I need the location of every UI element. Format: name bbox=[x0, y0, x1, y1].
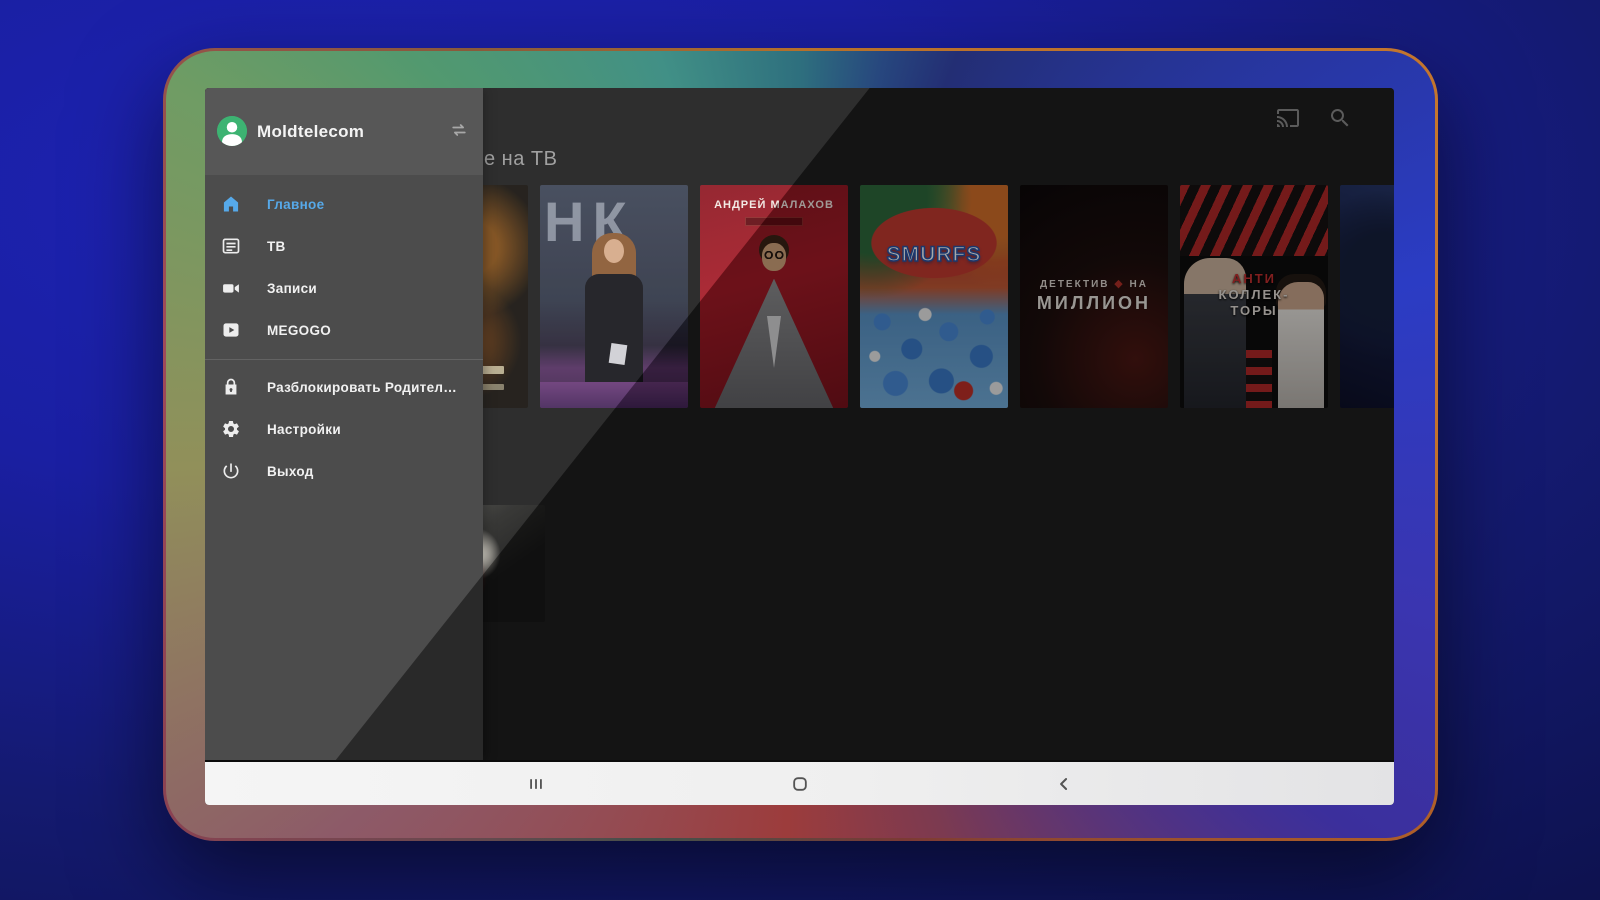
sidebar-item-tv[interactable]: ТВ bbox=[205, 225, 483, 267]
drawer-header: Moldtelecom bbox=[205, 88, 483, 175]
chevron-stripes bbox=[1245, 350, 1272, 408]
topbar bbox=[1276, 106, 1352, 130]
sidebar-item-label: Главное bbox=[267, 197, 324, 212]
sidebar-item-megogo[interactable]: MEGOGO bbox=[205, 309, 483, 351]
sidebar-item-settings[interactable]: Настройки bbox=[205, 408, 483, 450]
app-title: Moldtelecom bbox=[257, 122, 364, 142]
poster-title: АНТИ bbox=[1180, 271, 1328, 286]
recents-button[interactable] bbox=[523, 771, 549, 797]
sidebar-item-parental-unlock[interactable]: Разблокировать Родител… bbox=[205, 366, 483, 408]
poster-tile-3[interactable]: АНДРЕЙ МАЛАХОВ bbox=[700, 185, 848, 408]
tablet-frame: е на ТВ НК bbox=[163, 48, 1438, 841]
poster-tile-2[interactable]: НК bbox=[540, 185, 688, 408]
sidebar-item-label: ТВ bbox=[267, 239, 286, 254]
cast-icon[interactable] bbox=[1276, 106, 1300, 130]
settings-gear-icon bbox=[221, 419, 241, 439]
ornament: ◆ bbox=[1114, 278, 1124, 290]
avatar[interactable] bbox=[217, 116, 247, 146]
sidebar-item-label: Записи bbox=[267, 281, 317, 296]
poster-title: ДЕТЕКТИВ ◆ НА bbox=[1020, 277, 1168, 290]
lock-icon bbox=[221, 377, 241, 397]
poster-title: КОЛЛЕК- bbox=[1180, 287, 1328, 302]
home-icon bbox=[221, 194, 241, 214]
poster-badge bbox=[745, 217, 803, 226]
sidebar-item-label: Настройки bbox=[267, 422, 341, 437]
presenter-figure bbox=[585, 274, 643, 382]
recordings-icon bbox=[221, 278, 241, 298]
sync-icon[interactable] bbox=[449, 120, 469, 140]
poster-title-part: НА bbox=[1130, 279, 1148, 290]
host-figure bbox=[762, 251, 786, 259]
poster-tile-5[interactable]: ДЕТЕКТИВ ◆ НА МИЛЛИОН bbox=[1020, 185, 1168, 408]
poster-tile-6[interactable]: АНТИ КОЛЛЕК- ТОРЫ bbox=[1180, 185, 1328, 408]
tablet-bezel: е на ТВ НК bbox=[166, 51, 1435, 838]
poster-title: АНДРЕЙ МАЛАХОВ bbox=[700, 199, 848, 211]
sidebar-item-home[interactable]: Главное bbox=[205, 183, 483, 225]
section-title: е на ТВ bbox=[484, 148, 557, 171]
drawer-menu: Главное ТВ bbox=[205, 175, 483, 492]
poster-title: ТОРЫ bbox=[1180, 303, 1328, 318]
megogo-play-icon bbox=[221, 320, 241, 340]
chevron-stripes bbox=[1180, 185, 1328, 256]
sidebar-item-label: MEGOGO bbox=[267, 323, 331, 338]
smurf-crowd bbox=[860, 285, 1008, 408]
back-button[interactable] bbox=[1051, 771, 1077, 797]
poster-tile-4[interactable]: SMURFS bbox=[860, 185, 1008, 408]
presenter-figure bbox=[604, 239, 624, 263]
sidebar-item-logout[interactable]: Выход bbox=[205, 450, 483, 492]
app-content: е на ТВ НК bbox=[205, 88, 1394, 760]
nav-drawer: Moldtelecom Главное bbox=[205, 88, 483, 760]
poster-title-part: ДЕТЕКТИВ bbox=[1040, 279, 1109, 290]
presenter-figure bbox=[609, 343, 628, 365]
page-background: е на ТВ НК bbox=[0, 0, 1600, 900]
power-icon bbox=[221, 461, 241, 481]
studio-desk bbox=[540, 382, 688, 408]
tv-guide-icon bbox=[221, 236, 241, 256]
search-icon[interactable] bbox=[1328, 106, 1352, 130]
tablet-screen: е на ТВ НК bbox=[205, 88, 1394, 805]
home-button[interactable] bbox=[787, 771, 813, 797]
sidebar-item-recordings[interactable]: Записи bbox=[205, 267, 483, 309]
poster-title: SMURFS bbox=[860, 243, 1008, 267]
menu-divider bbox=[205, 359, 483, 360]
sidebar-item-label: Выход bbox=[267, 464, 314, 479]
poster-title: МИЛЛИОН bbox=[1020, 293, 1168, 314]
poster-tile-7[interactable] bbox=[1340, 185, 1394, 408]
android-navbar bbox=[205, 760, 1394, 805]
sidebar-item-label: Разблокировать Родител… bbox=[267, 380, 457, 395]
